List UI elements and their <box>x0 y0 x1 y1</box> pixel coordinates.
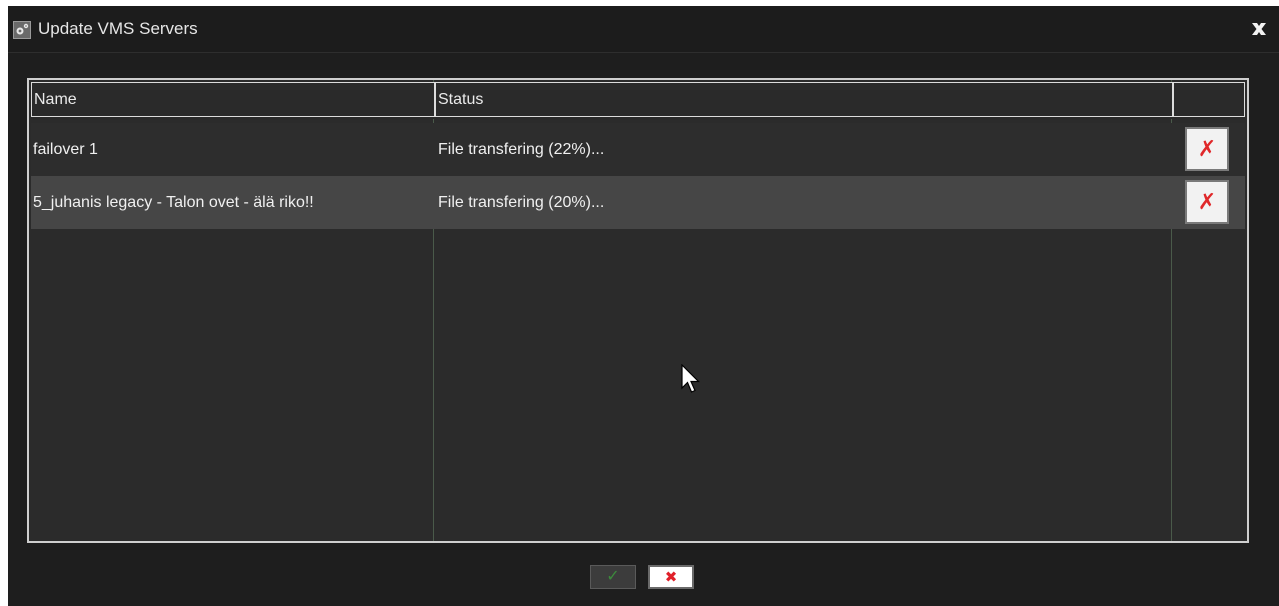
table-row[interactable]: failover 1 File transfering (22%)... ✗ <box>31 123 1245 176</box>
status-cell: File transfering (22%)... <box>438 141 605 158</box>
close-icon[interactable] <box>1249 19 1269 39</box>
mouse-pointer-icon <box>681 363 703 396</box>
checkmark-icon: ✓ <box>606 568 620 585</box>
servers-table: Name Status failover 1 File transfering … <box>27 78 1249 543</box>
title-bar: Update VMS Servers <box>8 6 1279 53</box>
remove-server-button[interactable]: ✗ <box>1185 180 1229 224</box>
delete-x-icon: ✗ <box>1197 136 1217 161</box>
status-cell: File transfering (20%)... <box>438 194 605 211</box>
delete-x-icon: ✗ <box>1197 189 1217 214</box>
ok-button[interactable]: ✓ <box>590 565 636 589</box>
cancel-x-icon: ✖ <box>664 569 678 586</box>
table-row[interactable]: 5_juhanis legacy - Talon ovet - älä riko… <box>31 176 1245 229</box>
server-name-cell: 5_juhanis legacy - Talon ovet - älä riko… <box>33 194 314 211</box>
window-title: Update VMS Servers <box>38 19 198 38</box>
column-header-status[interactable]: Status <box>435 82 1173 117</box>
table-header: Name Status <box>31 82 1245 119</box>
column-header-actions[interactable] <box>1173 82 1245 117</box>
cancel-button[interactable]: ✖ <box>648 565 694 589</box>
gear-icon <box>13 21 31 39</box>
server-name-cell: failover 1 <box>33 141 98 158</box>
update-vms-servers-dialog: Update VMS Servers Name Status failover … <box>8 6 1279 606</box>
remove-server-button[interactable]: ✗ <box>1185 127 1229 171</box>
column-header-name[interactable]: Name <box>31 82 435 117</box>
